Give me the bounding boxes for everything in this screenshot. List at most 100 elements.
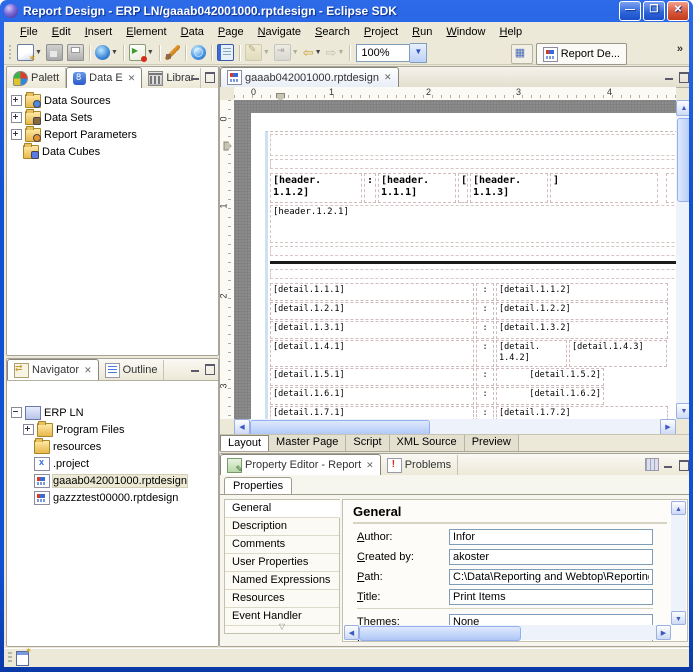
close-editor-icon[interactable]: ✕ [384,72,392,83]
tree-item-report-parameters[interactable]: Report Parameters [7,126,218,143]
detail-cell[interactable]: : [476,283,494,301]
tab-navigator[interactable]: Navigator✕ [7,359,99,380]
layout-canvas[interactable]: [header. 1.1.2] : [header. 1.1.1] [ [hea… [234,100,676,419]
zoom-value[interactable]: 100% [356,44,410,62]
close-tab-icon[interactable]: ✕ [84,365,92,376]
detail-cell[interactable]: : [476,340,494,367]
report-page[interactable]: [header. 1.1.2] : [header. 1.1.1] [ [hea… [251,113,676,419]
scroll-left-icon[interactable]: ◀ [234,419,250,435]
zoom-combo[interactable]: 100% ▼ [356,43,427,63]
detail-cell[interactable]: [detail. 1.4.2] [496,340,567,367]
category-user-properties[interactable]: User Properties [225,554,339,572]
header-cell[interactable]: [ [458,173,468,203]
margin-marker[interactable] [224,142,232,151]
report-table[interactable]: [header. 1.1.2] : [header. 1.1.1] [ [hea… [265,131,676,419]
minimize-view-icon[interactable] [663,459,674,470]
tree-item-data-cubes[interactable]: Data Cubes [7,143,218,160]
tab-outline[interactable]: Outline [99,360,165,380]
zoom-dropdown-icon[interactable]: ▼ [410,43,427,63]
menu-data[interactable]: Data [175,24,210,40]
tab-master-page[interactable]: Master Page [269,435,346,451]
minimize-editor-icon[interactable] [664,71,675,82]
tab-preview[interactable]: Preview [465,435,519,451]
header-cell[interactable]: [header. 1.1.3] [470,173,548,203]
category-resources[interactable]: Resources [225,590,339,608]
menu-navigate[interactable]: Navigate [252,24,307,40]
tree-item-project[interactable]: ERP LN [7,404,218,421]
empty-band[interactable] [270,269,676,279]
tree-item-data-sets[interactable]: Data Sets [7,109,218,126]
open-browser-button[interactable] [190,44,207,61]
restore-button[interactable]: ❐ [643,1,665,21]
back-button[interactable]: ⇦▼ [302,44,323,61]
scrollbar-thumb[interactable] [677,118,689,202]
title-input[interactable] [449,589,653,605]
collapse-icon[interactable] [11,407,22,418]
detail-cell[interactable]: : [476,321,494,339]
minimize-view-icon[interactable] [190,71,201,82]
path-input[interactable] [449,569,653,585]
scroll-right-icon[interactable]: ▶ [656,625,671,640]
tab-palette[interactable]: Palett [7,68,66,88]
empty-band[interactable] [270,134,676,156]
tab-problems[interactable]: Problems [381,455,458,475]
header-cell[interactable]: [header. 1.1.1] [378,173,456,203]
tab-xml-source[interactable]: XML Source [390,435,465,451]
tree-item-data-sources[interactable]: Data Sources [7,92,218,109]
tab-layout[interactable]: Layout [220,435,269,451]
tab-properties[interactable]: Properties [224,477,292,495]
tab-data-explorer[interactable]: Data E✕ [66,67,142,88]
header-band-cell[interactable]: [header.1.2.1] [270,205,676,243]
menu-search[interactable]: Search [309,24,356,40]
save-button[interactable] [45,43,64,62]
separator-line[interactable] [270,261,676,264]
category-general[interactable]: General [225,500,340,518]
editor-horizontal-scrollbar[interactable]: ◀ ▶ [234,419,676,435]
close-tab-icon[interactable]: ✕ [366,460,374,471]
maximize-view-icon[interactable] [204,363,215,374]
expand-icon[interactable] [11,112,22,123]
header-cell[interactable]: : [364,173,376,203]
maximize-editor-icon[interactable] [678,71,689,82]
detail-cell[interactable]: [detail.1.2.1] [270,302,474,320]
expand-icon[interactable] [11,129,22,140]
detail-cell[interactable]: [detail.1.4.3] [569,340,667,367]
editor-tab[interactable]: gaaab042001000.rptdesign ✕ [220,67,399,87]
detail-cell[interactable]: [detail.1.1.1] [270,283,474,301]
new-wizard-button[interactable]: ▼ [16,43,43,62]
author-input[interactable] [449,529,653,545]
detail-cell[interactable]: [detail.1.3.2] [496,321,668,339]
header-cell[interactable]: ] [550,173,658,203]
empty-band[interactable] [270,159,676,169]
scroll-left-icon[interactable]: ◀ [344,625,359,640]
header-cell[interactable] [666,173,676,203]
header-cell[interactable]: [header. 1.1.2] [270,173,362,203]
menu-run[interactable]: Run [406,24,438,40]
detail-cell[interactable]: : [476,368,494,386]
detail-cell[interactable]: [detail.1.3.1] [270,321,474,339]
scroll-up-icon[interactable]: ▲ [676,100,689,116]
editor-vertical-scrollbar[interactable]: ▲ ▼ [676,100,689,419]
detail-cell[interactable]: [detail.1.6.1] [270,387,474,405]
detail-cell[interactable]: [detail.1.1.2] [496,283,668,301]
tree-item-program-files[interactable]: Program Files [7,421,218,438]
print-button[interactable] [66,43,85,62]
scroll-right-icon[interactable]: ▶ [660,419,676,435]
category-description[interactable]: Description [225,518,339,536]
detail-cell[interactable]: [detail.1.7.2] [496,406,668,419]
detail-cell[interactable]: [detail.1.2.2] [496,302,668,320]
menu-help[interactable]: Help [493,24,528,40]
tree-item-resources[interactable]: resources [7,438,218,455]
open-perspective-button[interactable] [511,44,533,64]
detail-cell[interactable]: : [476,302,494,320]
scroll-up-icon[interactable]: ▲ [671,501,686,515]
close-button[interactable]: ✕ [667,1,689,21]
maximize-view-icon[interactable] [204,71,215,82]
form-vertical-scrollbar[interactable]: ▲ ▼ [671,501,686,625]
minimize-button[interactable]: — [619,1,641,21]
expand-icon[interactable] [23,424,34,435]
scroll-down-icon[interactable]: ▼ [671,611,686,625]
detail-cell[interactable]: [detail.1.6.2] [496,387,604,405]
detail-cell[interactable]: [detail.1.4.1] [270,340,474,367]
new-report-button[interactable]: ▼ [94,44,119,61]
